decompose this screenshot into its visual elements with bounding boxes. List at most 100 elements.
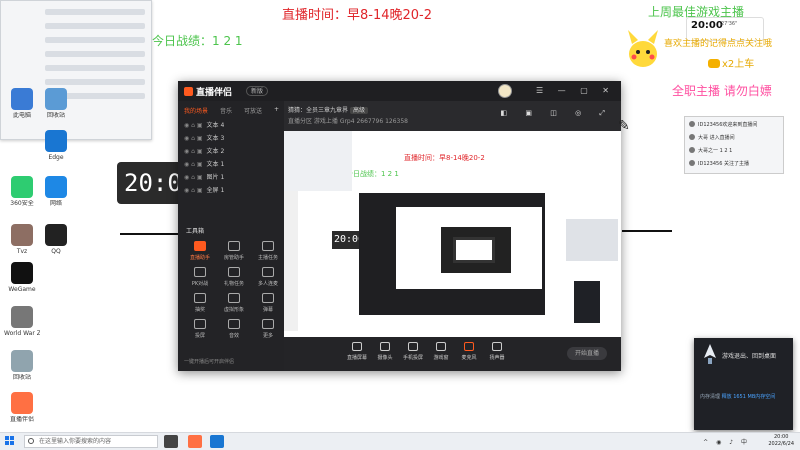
notification-message: 游戏退出、回到桌面: [722, 353, 777, 360]
tool-icon: [228, 293, 240, 303]
tool-label: 主播任务: [257, 255, 278, 261]
stream-preview[interactable]: 直播时间：早8-14晚20-2 今日战绩：1 2 1 20:00: [284, 131, 621, 337]
add-scene-icon[interactable]: +: [274, 106, 279, 113]
tool-button[interactable]: 礼物任务: [220, 267, 248, 287]
live-companion-window[interactable]: 直播伴侣 新版 ☰ — ▢ ✕ 我的场景 音乐 可放送 + ◉ ⌂ ▣ 文本 4 ◉…: [178, 81, 621, 371]
desktop-icon[interactable]: 网络: [38, 176, 74, 207]
tab-broadcast[interactable]: 可放送: [244, 106, 262, 115]
desktop-icon[interactable]: 直播伴侣: [4, 392, 40, 423]
notification-footer: 内存清理 释放 1651 MB内存空间: [700, 394, 776, 400]
chat-avatar-icon: [689, 147, 695, 153]
tool-button[interactable]: 多人连麦: [254, 267, 282, 287]
notification-footer-value: 释放 1651 MB内存空间: [721, 394, 776, 400]
notification-toast[interactable]: 游戏退出、回到桌面 内存清理 释放 1651 MB内存空间: [694, 338, 793, 430]
desktop-icon[interactable]: 回收站: [38, 88, 74, 119]
bottom-tool-icon: [352, 342, 362, 351]
bottom-tool-icon: [492, 342, 502, 351]
eye-icon[interactable]: ◉ ⌂ ▣: [184, 148, 203, 155]
background-window[interactable]: [0, 0, 152, 140]
scene-label: 文本 1: [206, 161, 225, 168]
desktop-icon[interactable]: Tvz: [4, 224, 40, 255]
start-live-button[interactable]: 开始直播: [567, 347, 607, 360]
tool-icon: [262, 293, 274, 303]
scene-item[interactable]: ◉ ⌂ ▣ 文本 3: [178, 132, 284, 145]
decor-line-right: [622, 230, 672, 232]
tool-icon: [228, 267, 240, 277]
desktop-app-icon: [11, 176, 33, 198]
avatar[interactable]: [498, 84, 512, 98]
room-badge: 高级: [349, 107, 368, 114]
desktop-icon-label: World War Z: [4, 330, 40, 337]
left-tabs: 我的场景 音乐 可放送 +: [178, 103, 284, 117]
bottom-toolbar: 直播屏幕 摄像头 手机投屏 游戏窗 麦克风 扬声器 开始直播: [284, 337, 621, 371]
chat-line: 大哥 进入直播间: [689, 134, 779, 143]
room-stats: 直播分区 游戏上播 Grp4 2667796 126358: [288, 118, 408, 125]
eye-icon[interactable]: ◉ ⌂ ▣: [184, 174, 203, 181]
system-tray-icons[interactable]: ^ ◉ ♪ 中: [703, 437, 750, 446]
desktop-icon[interactable]: 此电脑: [4, 88, 40, 119]
taskbar-search-input[interactable]: 在这里输入你要搜索的内容: [24, 435, 158, 448]
scene-item[interactable]: ◉ ⌂ ▣ 文本 2: [178, 145, 284, 158]
taskbar-clock[interactable]: 20:00 2022/6/24: [768, 434, 794, 448]
desktop-app-icon: [45, 130, 67, 152]
desktop-icon-label: 360安全: [10, 200, 34, 207]
tool-icon: [194, 293, 206, 303]
tool-label: 房管助手: [223, 255, 244, 261]
tool-label: PK对战: [191, 281, 209, 287]
eye-icon[interactable]: ◉ ⌂ ▣: [184, 122, 203, 129]
bottom-tool-label: 直播屏幕: [346, 355, 367, 361]
decor-line-left: [120, 233, 180, 235]
tool-icon: [194, 267, 206, 277]
scene-item[interactable]: ◉ ⌂ ▣ 文本 1: [178, 158, 284, 171]
tool-button[interactable]: 直播助手: [186, 241, 214, 261]
eye-icon[interactable]: ◉ ⌂ ▣: [184, 187, 203, 194]
promo-time: 20:00: [691, 20, 723, 31]
info-actions[interactable]: ◧ ▣ ◫ ◎ ⤢: [501, 109, 613, 118]
desktop-icon[interactable]: QQ: [38, 224, 74, 255]
tool-icon: [228, 241, 240, 251]
chat-panel[interactable]: ID123456欢迎来到直播间 大哥 进入直播间 大哥之一 1 2 1 ID12345…: [684, 116, 784, 174]
tool-button[interactable]: 弹幕: [254, 293, 282, 313]
preview-notification: [574, 281, 600, 323]
tool-button[interactable]: 更多: [254, 319, 282, 339]
bottom-tool-button[interactable]: 扬声器: [484, 342, 510, 361]
bottom-tool-button[interactable]: 手机投屏: [400, 342, 426, 361]
tool-button[interactable]: 投屏: [186, 319, 214, 339]
desktop-icon[interactable]: 360安全: [4, 176, 40, 207]
bottom-tool-button[interactable]: 游戏窗: [428, 342, 454, 361]
desktop-icon-label: Tvz: [16, 248, 28, 255]
scene-item[interactable]: ◉ ⌂ ▣ 文本 4: [178, 119, 284, 132]
bottom-tool-button[interactable]: 摄像头: [372, 342, 398, 361]
taskbar-task-view-icon[interactable]: [164, 435, 178, 448]
desktop-icon[interactable]: Edge: [38, 130, 74, 161]
windows-start-icon[interactable]: [5, 436, 15, 446]
tool-button[interactable]: 音效: [220, 319, 248, 339]
tab-scenes[interactable]: 我的场景: [184, 106, 208, 115]
promo-sub: 27'36": [721, 21, 738, 27]
window-controls[interactable]: ☰ — ▢ ✕: [536, 86, 615, 95]
desktop-icon[interactable]: 回收站: [4, 350, 40, 381]
version-badge[interactable]: 新版: [246, 86, 269, 96]
bottom-tool-label: 扬声器: [489, 355, 505, 361]
tool-button[interactable]: 主播任务: [254, 241, 282, 261]
taskbar-edge-icon[interactable]: [210, 435, 224, 448]
tool-button[interactable]: 虚拟形象: [220, 293, 248, 313]
nested-app: [359, 193, 545, 315]
scene-item[interactable]: ◉ ⌂ ▣ 全屏 1: [178, 184, 284, 197]
eye-icon[interactable]: ◉ ⌂ ▣: [184, 161, 203, 168]
scene-label: 文本 4: [206, 122, 225, 129]
scene-item[interactable]: ◉ ⌂ ▣ 图片 1: [178, 171, 284, 184]
tool-button[interactable]: 抽奖: [186, 293, 214, 313]
bottom-tool-button[interactable]: 直播屏幕: [344, 342, 370, 361]
bottom-tool-button[interactable]: 麦克风: [456, 342, 482, 361]
taskbar-live-companion-icon[interactable]: [188, 435, 202, 448]
desktop-icon[interactable]: WeGame: [4, 262, 40, 293]
eye-icon[interactable]: ◉ ⌂ ▣: [184, 135, 203, 142]
desktop-icon[interactable]: World War Z: [4, 306, 40, 337]
tool-button[interactable]: 房管助手: [220, 241, 248, 261]
nested-preview-3: [453, 237, 495, 263]
tools-title: 工具箱: [186, 228, 205, 235]
tool-button[interactable]: PK对战: [186, 267, 214, 287]
tab-music[interactable]: 音乐: [220, 106, 232, 115]
desktop-app-icon: [11, 88, 33, 110]
